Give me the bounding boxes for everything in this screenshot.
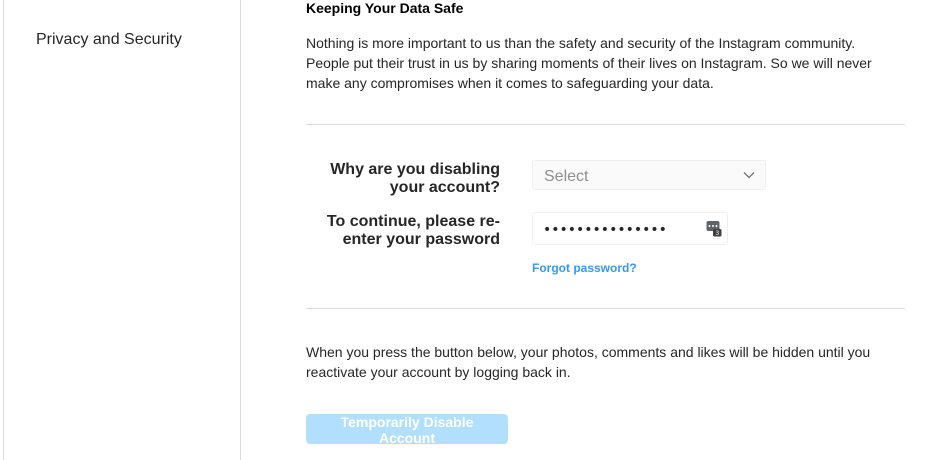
password-label-line: To continue, please re- — [326, 213, 500, 230]
outro-line: When you press the button below, your ph… — [306, 344, 871, 360]
reason-select[interactable]: Select — [532, 160, 766, 190]
intro-line: make any compromises when it comes to sa… — [306, 75, 714, 91]
password-label: To continue, please re- enter your passw… — [310, 213, 500, 249]
settings-page: Privacy and Security Keeping Your Data S… — [0, 0, 937, 460]
reason-label: Why are you disabling your account? — [310, 161, 500, 197]
svg-text:3: 3 — [715, 230, 719, 237]
password-field[interactable]: ••••••••••••••• 3 — [532, 212, 728, 245]
forgot-password-link[interactable]: Forgot password? — [532, 261, 637, 275]
reason-label-line: Why are you disabling — [330, 161, 500, 178]
chevron-down-icon — [743, 172, 755, 179]
intro-line: People put their trust in us by sharing … — [306, 55, 872, 71]
password-value: ••••••••••••••• — [543, 222, 667, 238]
data-safety-paragraph: Nothing is more important to us than the… — [306, 33, 896, 93]
disable-info-paragraph: When you press the button below, your ph… — [306, 342, 896, 382]
section-divider — [306, 308, 905, 309]
password-label-line: enter your password — [342, 231, 500, 248]
reason-label-line: your account? — [389, 179, 500, 196]
temporarily-disable-account-button[interactable]: Temporarily Disable Account — [306, 414, 508, 446]
section-divider — [306, 124, 905, 125]
reason-select-value: Select — [544, 168, 589, 185]
outro-line: reactivate your account by logging back … — [306, 364, 571, 380]
section-heading: Keeping Your Data Safe — [306, 0, 464, 16]
password-manager-key-icon[interactable]: 3 — [706, 220, 722, 237]
sidebar-item-privacy-and-security[interactable]: Privacy and Security — [36, 31, 182, 49]
settings-sidebar: Privacy and Security — [4, 0, 241, 460]
intro-line: Nothing is more important to us than the… — [306, 35, 856, 51]
